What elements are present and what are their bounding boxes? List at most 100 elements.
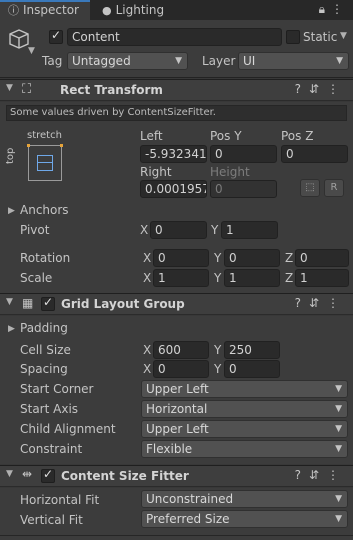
static-checkbox[interactable] bbox=[286, 30, 300, 44]
size-fitter-header[interactable]: ▼ ⇹ Content Size Fitter ?⇵⋮ bbox=[0, 465, 353, 487]
static-dropdown-icon[interactable]: ▼ bbox=[340, 31, 347, 41]
grid-layout-header[interactable]: ▼ ▦ Grid Layout Group ?⇵⋮ bbox=[0, 293, 353, 315]
chevron-down-icon: ▼ bbox=[335, 514, 342, 524]
tag-dropdown[interactable]: Untagged ▼ bbox=[67, 52, 188, 70]
scale-x-axis: X bbox=[143, 271, 152, 285]
chevron-down-icon: ▼ bbox=[335, 494, 342, 504]
right-input[interactable]: 0.0001957 bbox=[140, 180, 207, 198]
lock-icon[interactable]: 🔒︎ bbox=[319, 2, 331, 16]
fold-triangle-icon[interactable]: ▼ bbox=[6, 297, 13, 307]
preset-icon[interactable]: ⇵ bbox=[309, 296, 327, 310]
pivot-x-axis: X bbox=[140, 223, 149, 237]
component-actions: ?⇵⋮ bbox=[295, 296, 347, 310]
scale-y-axis: Y bbox=[214, 271, 222, 285]
chevron-down-icon: ▼ bbox=[336, 56, 343, 66]
anchor-presets-button[interactable] bbox=[27, 144, 63, 181]
height-label: Height bbox=[210, 165, 250, 179]
start-corner-dropdown[interactable]: Upper Left ▼ bbox=[141, 380, 348, 398]
start-corner-value: Upper Left bbox=[146, 382, 209, 396]
static-label: Static bbox=[303, 30, 338, 44]
size-fitter-enabled-checkbox[interactable] bbox=[41, 467, 55, 483]
padding-label[interactable]: Padding bbox=[20, 320, 68, 336]
grid-icon: ▦ bbox=[22, 296, 34, 310]
anchors-fold-icon[interactable]: ▶ bbox=[8, 206, 15, 216]
vertical-fit-dropdown[interactable]: Preferred Size ▼ bbox=[141, 510, 348, 528]
rect-transform-header[interactable]: ▼ ⛶ Rect Transform ?⇵⋮ bbox=[0, 79, 353, 101]
help-icon[interactable]: ? bbox=[295, 82, 309, 96]
gameobject-header: ▼ Content Static ▼ Tag Untagged ▼ Layer U… bbox=[0, 20, 353, 78]
more-icon[interactable]: ⋮ bbox=[327, 296, 347, 310]
pivot-y-input[interactable]: 1 bbox=[221, 221, 278, 239]
anchor-handle bbox=[27, 144, 30, 147]
tab-actions: 🔒︎⋮ bbox=[319, 2, 349, 17]
help-icon[interactable]: ? bbox=[295, 296, 309, 310]
active-checkbox[interactable] bbox=[49, 28, 63, 44]
rotation-y-axis: Y bbox=[214, 251, 222, 265]
start-axis-value: Horizontal bbox=[146, 402, 208, 416]
scale-label: Scale bbox=[20, 271, 53, 285]
preset-icon[interactable]: ⇵ bbox=[309, 82, 327, 96]
chevron-down-icon: ▼ bbox=[335, 384, 342, 394]
left-input[interactable]: -5.932341 bbox=[140, 145, 207, 163]
component-actions: ?⇵⋮ bbox=[295, 468, 347, 482]
more-menu-icon[interactable]: ⋮ bbox=[331, 2, 349, 16]
scale-y-input[interactable]: 1 bbox=[224, 269, 280, 287]
object-name-input[interactable]: Content bbox=[67, 28, 282, 46]
more-icon[interactable]: ⋮ bbox=[327, 82, 347, 96]
more-icon[interactable]: ⋮ bbox=[327, 468, 347, 482]
scale-z-input[interactable]: 1 bbox=[295, 269, 349, 287]
raw-edit-button[interactable]: R bbox=[324, 179, 344, 197]
rotation-y-input[interactable]: 0 bbox=[224, 249, 280, 267]
tab-bar: ⓘ Inspector ● Lighting 🔒︎⋮ bbox=[0, 0, 353, 20]
preset-icon[interactable]: ⇵ bbox=[309, 468, 327, 482]
divider bbox=[0, 535, 353, 536]
start-axis-dropdown[interactable]: Horizontal ▼ bbox=[141, 400, 348, 418]
rotation-x-input[interactable]: 0 bbox=[153, 249, 209, 267]
child-alignment-value: Upper Left bbox=[146, 422, 209, 436]
help-icon[interactable]: ? bbox=[295, 468, 309, 482]
cell-size-x-input[interactable]: 600 bbox=[153, 341, 209, 359]
child-alignment-dropdown[interactable]: Upper Left ▼ bbox=[141, 420, 348, 438]
size-fitter-title: Content Size Fitter bbox=[61, 469, 189, 483]
posz-input[interactable]: 0 bbox=[281, 145, 348, 163]
scale-x-input[interactable]: 1 bbox=[153, 269, 209, 287]
anchor-h-label: stretch bbox=[27, 130, 62, 141]
layer-dropdown[interactable]: UI ▼ bbox=[238, 52, 349, 70]
tab-inspector-label: Inspector bbox=[23, 3, 79, 17]
blueprint-mode-button[interactable]: ⬚ bbox=[300, 179, 320, 197]
tab-inspector[interactable]: ⓘ Inspector bbox=[0, 0, 90, 20]
spacing-label: Spacing bbox=[20, 362, 68, 376]
chevron-down-icon: ▼ bbox=[175, 56, 182, 66]
start-corner-label: Start Corner bbox=[20, 382, 94, 396]
spacing-y-input[interactable]: 0 bbox=[224, 360, 280, 378]
rotation-z-input[interactable]: 0 bbox=[295, 249, 349, 267]
chevron-down-icon: ▼ bbox=[335, 444, 342, 454]
fold-triangle-icon[interactable]: ▼ bbox=[6, 469, 13, 479]
left-label: Left bbox=[140, 129, 163, 143]
pivot-label: Pivot bbox=[20, 223, 50, 237]
icon-dropdown-icon[interactable]: ▼ bbox=[28, 46, 35, 56]
layer-value: UI bbox=[243, 54, 256, 68]
anchor-v-label: top bbox=[5, 147, 16, 164]
cell-size-y-input[interactable]: 250 bbox=[224, 341, 280, 359]
start-axis-label: Start Axis bbox=[20, 402, 79, 416]
posy-input[interactable]: 0 bbox=[210, 145, 277, 163]
spacing-x-axis: X bbox=[143, 362, 152, 376]
padding-fold-icon[interactable]: ▶ bbox=[8, 324, 15, 334]
tab-lighting-label: Lighting bbox=[115, 3, 165, 17]
driven-notice: Some values driven by ContentSizeFitter. bbox=[6, 105, 347, 121]
pivot-x-input[interactable]: 0 bbox=[150, 221, 207, 239]
rotation-z-axis: Z bbox=[285, 251, 294, 265]
chevron-down-icon: ▼ bbox=[335, 424, 342, 434]
constraint-dropdown[interactable]: Flexible ▼ bbox=[141, 440, 348, 458]
spacing-x-input[interactable]: 0 bbox=[153, 360, 209, 378]
spacing-y-axis: Y bbox=[214, 362, 222, 376]
grid-layout-enabled-checkbox[interactable] bbox=[41, 295, 55, 311]
blueprint-icon: ⬚ bbox=[305, 182, 315, 193]
horizontal-fit-dropdown[interactable]: Unconstrained ▼ bbox=[141, 490, 348, 508]
anchors-label[interactable]: Anchors bbox=[20, 202, 69, 218]
tab-lighting[interactable]: ● Lighting bbox=[94, 0, 204, 20]
constraint-label: Constraint bbox=[20, 442, 83, 456]
bulb-icon: ● bbox=[102, 4, 112, 17]
fold-triangle-icon[interactable]: ▼ bbox=[6, 83, 13, 93]
